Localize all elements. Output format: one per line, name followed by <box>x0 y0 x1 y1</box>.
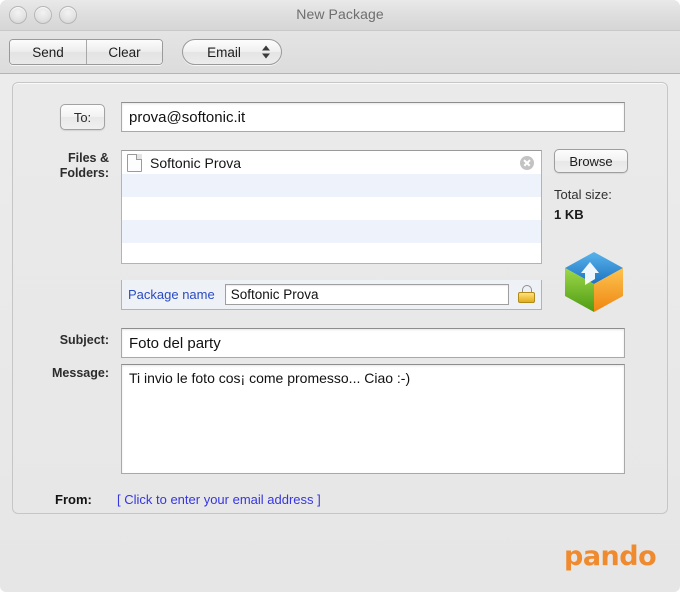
remove-file-icon[interactable] <box>520 155 534 170</box>
new-package-window: New Package Send Clear Email To: prova@s… <box>0 0 680 592</box>
package-name-row: Package name Softonic Prova <box>121 280 542 310</box>
browse-button[interactable]: Browse <box>554 149 628 173</box>
list-item-empty <box>122 174 541 197</box>
from-label: From: <box>55 492 92 507</box>
files-folders-label-line2: Folders: <box>59 166 109 180</box>
action-segmented-control: Send Clear <box>9 39 163 65</box>
lock-icon[interactable] <box>518 285 535 304</box>
to-button[interactable]: To: <box>60 104 105 130</box>
package-name-input[interactable]: Softonic Prova <box>224 284 509 305</box>
document-icon <box>127 153 142 172</box>
list-item-empty <box>122 197 541 220</box>
total-size-label: Total size: <box>554 187 612 202</box>
pando-wordmark: pando <box>564 541 657 572</box>
toolbar: Send Clear Email <box>0 31 680 74</box>
files-folders-label: Files & Folders: <box>53 151 109 181</box>
message-label: Message: <box>52 366 109 380</box>
list-item-empty <box>122 243 541 263</box>
chevron-updown-icon <box>262 45 270 59</box>
form-panel: To: prova@softonic.it Files & Folders: S… <box>12 82 668 514</box>
from-email-link[interactable]: [ Click to enter your email address ] <box>117 492 321 507</box>
subject-label: Subject: <box>59 333 109 347</box>
total-size-value: 1 KB <box>554 207 584 222</box>
title-bar: New Package <box>0 0 680 31</box>
list-item[interactable]: Softonic Prova <box>122 151 541 174</box>
message-textarea[interactable]: Ti invio le foto cos¡ come promesso... C… <box>121 364 625 474</box>
subject-input[interactable]: Foto del party <box>121 328 625 358</box>
files-folders-label-line1: Files & <box>68 151 109 165</box>
package-name-label[interactable]: Package name <box>128 287 215 302</box>
send-button[interactable]: Send <box>10 40 86 64</box>
list-item-empty <box>122 220 541 243</box>
clear-button[interactable]: Clear <box>86 40 162 64</box>
file-list[interactable]: Softonic Prova <box>121 150 542 264</box>
recipient-input[interactable]: prova@softonic.it <box>121 102 625 132</box>
file-name: Softonic Prova <box>150 154 242 171</box>
window-title: New Package <box>296 6 384 22</box>
delivery-mode-popup[interactable]: Email <box>182 39 282 65</box>
pando-cube-icon <box>565 252 623 312</box>
